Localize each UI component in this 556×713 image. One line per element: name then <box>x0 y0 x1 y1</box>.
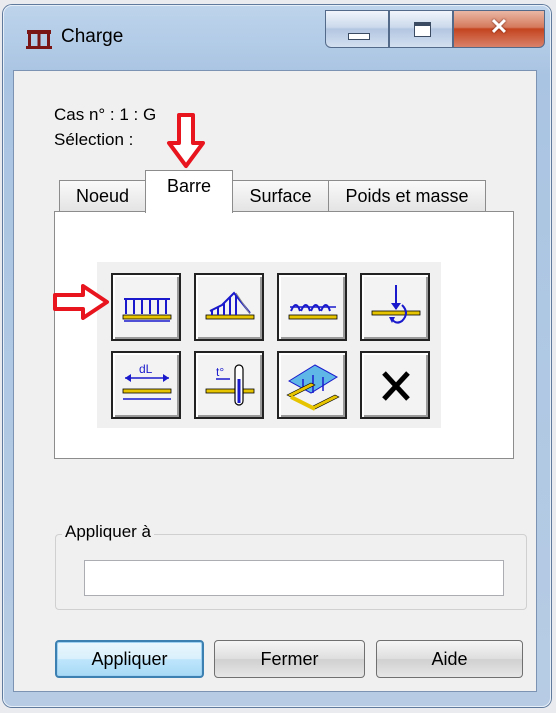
thermal-load-button[interactable]: t° <box>194 351 264 419</box>
maximize-icon <box>414 22 431 37</box>
window-title: Charge <box>61 26 124 47</box>
minimize-button[interactable] <box>325 10 389 48</box>
close-button[interactable]: Fermer <box>214 640 365 678</box>
load-type-grid: dL t° <box>97 262 441 428</box>
minimize-icon <box>348 33 370 40</box>
close-window-button[interactable]: ✕ <box>453 10 545 48</box>
annotation-down-arrow-icon <box>167 113 205 168</box>
elongation-load-button[interactable]: dL <box>111 351 181 419</box>
thermal-load-icon: t° <box>205 364 255 406</box>
surface-load-on-bar-button[interactable] <box>277 351 347 419</box>
case-label: Cas n° : 1 : G <box>54 105 157 124</box>
close-icon: ✕ <box>489 14 509 39</box>
elongation-load-icon: dL <box>122 362 172 400</box>
delete-load-button[interactable] <box>360 351 430 419</box>
concentrated-force-icon <box>371 285 421 324</box>
surface-load-on-bar-icon <box>286 364 340 411</box>
trapezoidal-load-icon <box>205 291 255 320</box>
annotation-right-arrow-icon <box>53 284 109 320</box>
uniform-load-button[interactable] <box>111 273 181 341</box>
concentrated-force-button[interactable] <box>360 273 430 341</box>
delete-load-icon <box>382 371 410 401</box>
apply-to-legend: Appliquer à <box>62 522 155 542</box>
trapezoidal-load-button[interactable] <box>194 273 264 341</box>
maximize-button[interactable] <box>389 10 453 48</box>
load-grid-icon <box>26 30 52 49</box>
moment-load-icon <box>288 304 338 320</box>
moment-load-button[interactable] <box>277 273 347 341</box>
svg-text:dL: dL <box>139 362 153 376</box>
apply-button[interactable]: Appliquer <box>55 640 204 678</box>
tab-surface[interactable]: Surface <box>232 180 329 212</box>
selection-label: Sélection : <box>54 130 134 149</box>
uniform-load-icon <box>122 298 172 322</box>
tab-barre[interactable]: Barre <box>145 170 233 213</box>
apply-to-input[interactable] <box>84 560 504 596</box>
help-button[interactable]: Aide <box>376 640 523 678</box>
svg-text:t°: t° <box>216 365 224 379</box>
tab-poids-et-masse[interactable]: Poids et masse <box>328 180 486 212</box>
tab-noeud[interactable]: Noeud <box>59 180 146 212</box>
